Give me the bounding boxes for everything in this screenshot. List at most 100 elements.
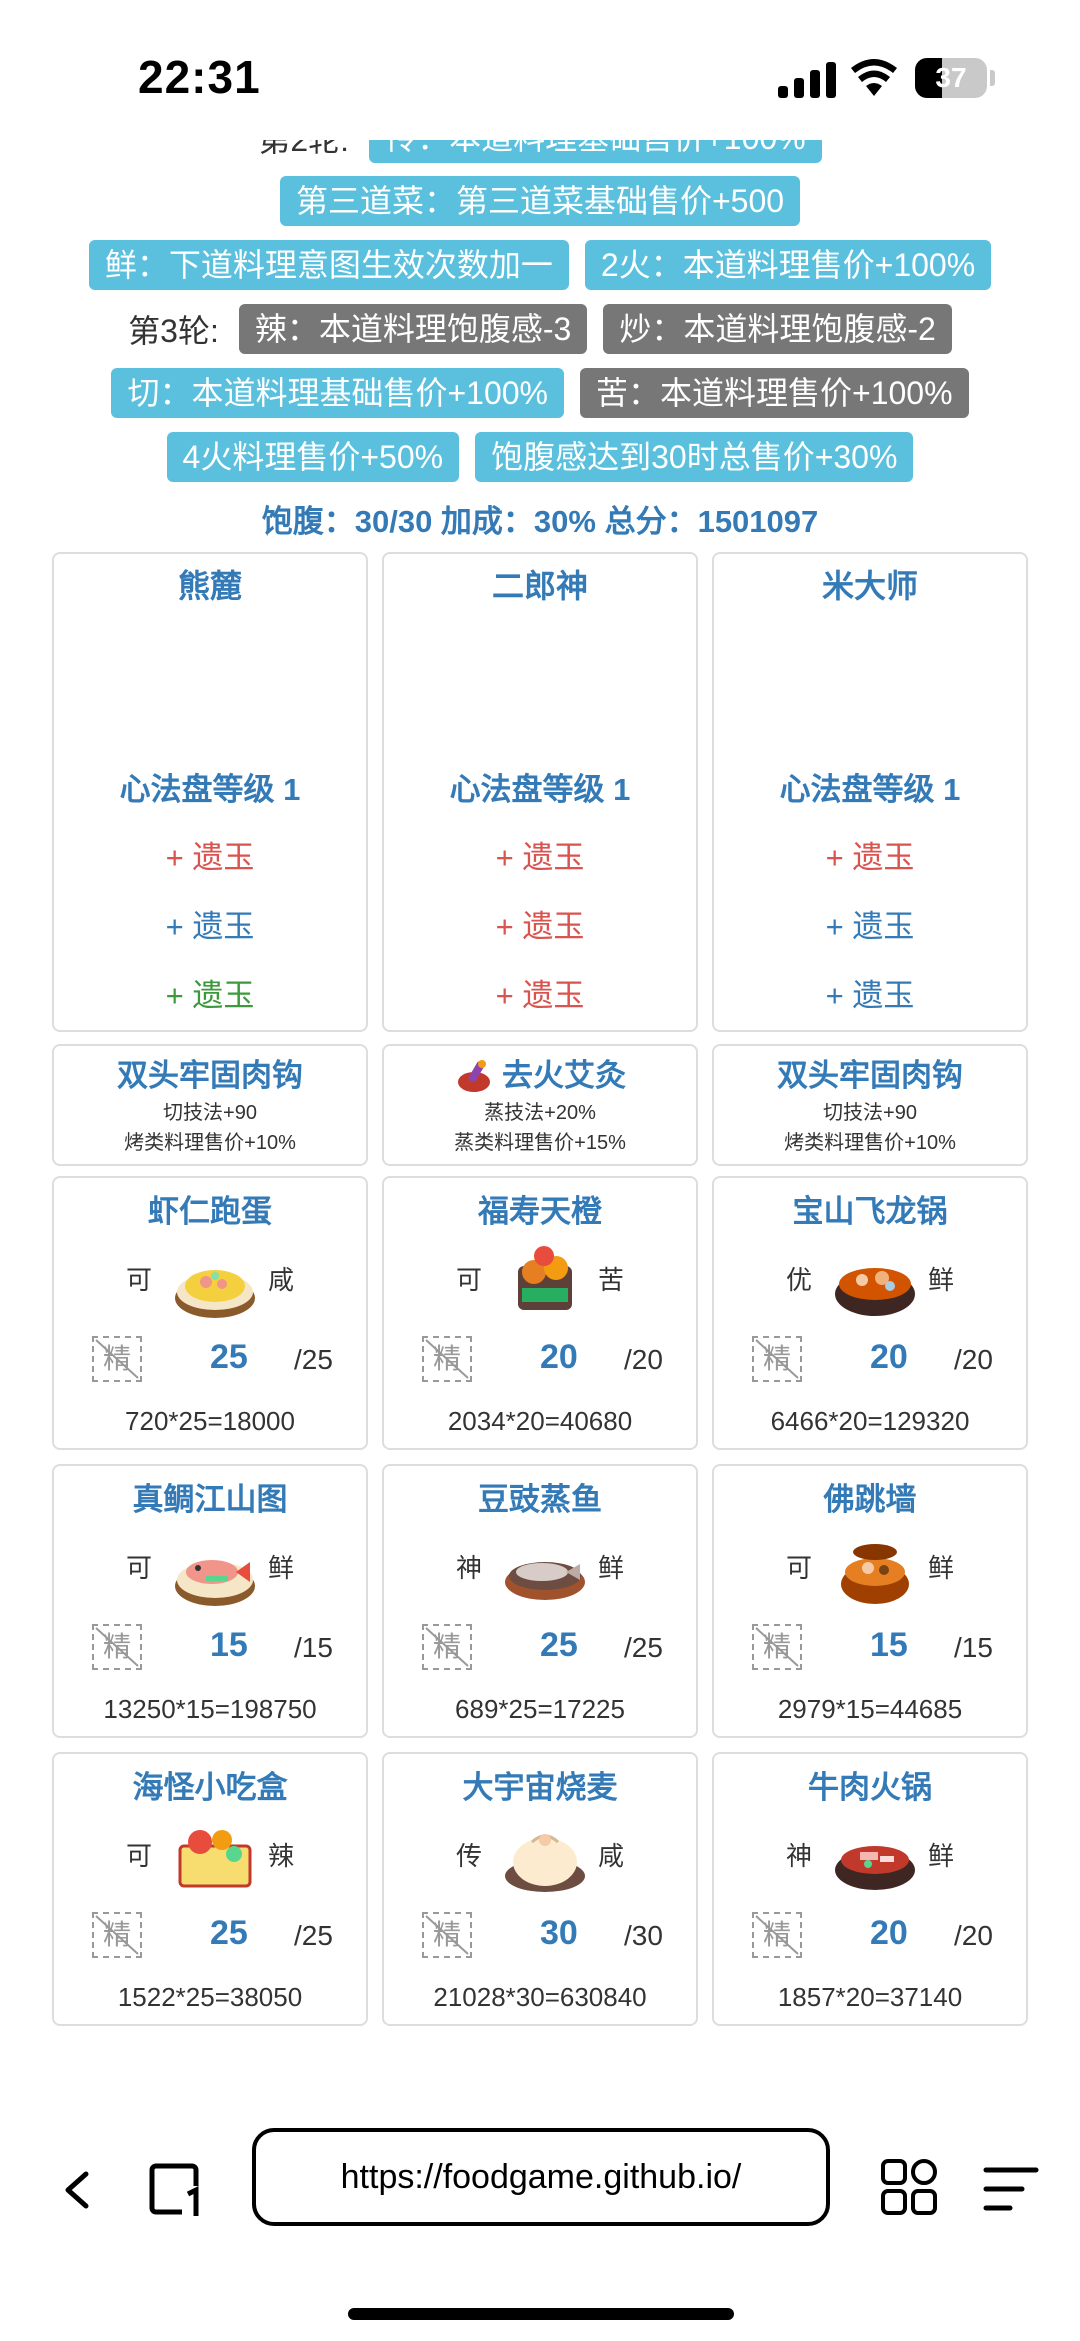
chef-card[interactable]: 熊麓 心法盘等级 1 + 遗玉 + 遗玉 + 遗玉 xyxy=(52,552,368,1032)
dish-quantity[interactable]: 20 xyxy=(540,1338,578,1377)
rule-row: 鲜：下道料理意图生效次数加一 2火：本道料理售价+100% xyxy=(0,236,1080,294)
dish-max-quantity: /20 xyxy=(954,1344,993,1375)
dish-image xyxy=(835,1268,915,1316)
status-time: 22:31 xyxy=(138,51,261,103)
rule-chip: 苦：本道料理售价+100% xyxy=(580,368,969,418)
equipment-card[interactable]: 双头牢固肉钩 切技法+90 烤类料理售价+10% xyxy=(52,1044,368,1166)
dish-max-quantity: /20 xyxy=(624,1344,663,1375)
dish-card[interactable]: 宝山飞龙锅优鲜精20/206466*20=129320 xyxy=(712,1176,1028,1450)
dish-card[interactable]: 海怪小吃盒可辣精25/251522*25=38050 xyxy=(52,1752,368,2026)
add-jade-button[interactable]: + 遗玉 xyxy=(54,835,366,881)
dish-rank: 神 xyxy=(786,1841,813,1871)
dish-rank: 优 xyxy=(786,1265,813,1295)
chef-level[interactable]: 心法盘等级 1 xyxy=(714,768,1026,812)
chef-name: 二郎神 xyxy=(491,568,588,604)
dish-grid: 虾仁跑蛋可咸精25/25720*25=18000福寿天橙可苦精20/202034… xyxy=(0,1176,1080,2040)
dish-card[interactable]: 牛肉火锅神鲜精20/201857*20=37140 xyxy=(712,1752,1028,2026)
dish-rank: 可 xyxy=(456,1265,483,1295)
disabled-slash-icon xyxy=(425,1627,469,1667)
chef-card[interactable]: 二郎神心法盘等级 1 + 遗玉 + 遗玉 + 遗玉 xyxy=(382,552,698,1032)
score-summary: 饱腹：30/30 加成：30% 总分：1501097 xyxy=(261,504,819,539)
tabs-icon[interactable] xyxy=(148,2160,208,2220)
equipment-card[interactable]: 双头牢固肉钩 切技法+90 烤类料理售价+10% xyxy=(712,1044,1028,1166)
rules-section: 第2轮: 传：本道料理基础售价+100% 第三道菜：第三道菜基础售价+500 鲜：下道… xyxy=(0,140,1080,486)
dish-flavor: 鲜 xyxy=(928,1265,955,1295)
add-jade-button[interactable]: + 遗玉 xyxy=(384,835,696,881)
dish-quantity[interactable]: 15 xyxy=(210,1626,248,1665)
equipment-effect: 烤类料理售价+10% xyxy=(784,1132,956,1154)
rule-row: 第2轮: 传：本道料理基础售价+100% xyxy=(0,140,1080,170)
equipment-effect: 烤类料理售价+10% xyxy=(124,1132,296,1154)
add-jade-button[interactable]: + 遗玉 xyxy=(384,904,696,950)
browser-toolbar: https://foodgame.github.io/ xyxy=(0,2070,1080,2260)
signal-icon xyxy=(778,62,836,98)
equipment-card[interactable]: 去火艾灸 蒸技法+20% 蒸类料理售价+15% xyxy=(382,1044,698,1166)
disabled-slash-icon xyxy=(755,1915,799,1955)
rule-chip: 切：本道料理基础售价+100% xyxy=(111,368,564,418)
dish-image xyxy=(178,1830,252,1888)
rule-chip: 2火：本道料理售价+100% xyxy=(584,240,992,290)
dish-price-formula: 689*25=17225 xyxy=(455,1694,625,1724)
tool-grid: 双头牢固肉钩 切技法+90 烤类料理售价+10% 去火艾灸 蒸技法+20% 蒸类料理售价+… xyxy=(0,1044,1080,1176)
dish-card[interactable]: 福寿天橙可苦精20/202034*20=40680 xyxy=(382,1176,698,1450)
page-content: 第2轮: 传：本道料理基础售价+100% 第三道菜：第三道菜基础售价+500 鲜：下道… xyxy=(0,140,1080,2040)
add-jade-button[interactable]: + 遗玉 xyxy=(714,835,1026,881)
add-jade-button[interactable]: + 遗玉 xyxy=(714,973,1026,1019)
dish-quantity[interactable]: 25 xyxy=(540,1626,578,1665)
apps-grid-icon[interactable] xyxy=(880,2158,938,2216)
chef-card[interactable]: 米大师 心法盘等级 1 + 遗玉 + 遗玉 + 遗玉 xyxy=(712,552,1028,1032)
dish-card[interactable]: 真鲷江山图可鲜精15/1513250*15=198750 xyxy=(52,1464,368,1738)
dish-quantity[interactable]: 25 xyxy=(210,1338,248,1377)
dish-name: 大宇宙烧麦 xyxy=(462,1770,618,1805)
dish-flavor: 鲜 xyxy=(928,1553,955,1583)
battery-icon: 37 xyxy=(915,58,987,98)
battery-level: 37 xyxy=(935,62,967,93)
rule-row: 切：本道料理基础售价+100% 苦：本道料理售价+100% xyxy=(0,364,1080,422)
dish-card[interactable]: 佛跳墙可鲜精15/152979*15=44685 xyxy=(712,1464,1028,1738)
dish-card[interactable]: 虾仁跑蛋可咸精25/25720*25=18000 xyxy=(52,1176,368,1450)
dish-name: 佛跳墙 xyxy=(823,1482,917,1517)
home-indicator[interactable] xyxy=(348,2308,734,2320)
dish-quantity[interactable]: 30 xyxy=(540,1914,578,1953)
equipment-effect: 蒸技法+20% xyxy=(484,1102,596,1124)
dish-rank: 神 xyxy=(456,1553,483,1583)
disabled-slash-icon xyxy=(755,1627,799,1667)
equipment-name: 双头牢固肉钩 xyxy=(777,1058,963,1093)
dish-max-quantity: /15 xyxy=(954,1632,993,1663)
add-jade-button[interactable]: + 遗玉 xyxy=(54,904,366,950)
disabled-slash-icon xyxy=(425,1915,469,1955)
dish-name: 虾仁跑蛋 xyxy=(148,1194,272,1229)
rule-chip: 传：本道料理基础售价+100% xyxy=(369,140,822,163)
dish-image xyxy=(505,1834,585,1892)
dish-quantity[interactable]: 20 xyxy=(870,1338,908,1377)
dish-image xyxy=(175,1560,255,1606)
back-icon[interactable] xyxy=(58,2160,94,2220)
dish-flavor: 咸 xyxy=(268,1265,295,1295)
dish-quantity[interactable]: 15 xyxy=(870,1626,908,1665)
add-jade-button[interactable]: + 遗玉 xyxy=(714,904,1026,950)
chef-level[interactable]: 心法盘等级 1 xyxy=(384,768,696,812)
dish-max-quantity: /25 xyxy=(624,1632,663,1663)
equipment-name-row: 去火艾灸 xyxy=(384,1054,696,1098)
moxibustion-icon xyxy=(458,1060,490,1092)
url-bar[interactable]: https://foodgame.github.io/ xyxy=(252,2128,830,2226)
dish-rank: 传 xyxy=(456,1841,483,1871)
add-jade-button[interactable]: + 遗玉 xyxy=(54,973,366,1019)
chef-level[interactable]: 心法盘等级 1 xyxy=(54,768,366,812)
dish-card[interactable]: 大宇宙烧麦传咸精30/3021028*30=630840 xyxy=(382,1752,698,2026)
rule-chip: 4火料理售价+50% xyxy=(166,432,460,482)
add-jade-button[interactable]: + 遗玉 xyxy=(384,973,696,1019)
dish-image xyxy=(175,1270,255,1318)
dish-quantity[interactable]: 20 xyxy=(870,1914,908,1953)
dish-flavor: 鲜 xyxy=(268,1553,295,1583)
dish-rank: 可 xyxy=(126,1841,153,1871)
dish-image xyxy=(835,1846,915,1890)
dish-card[interactable]: 豆豉蒸鱼神鲜精25/25689*25=17225 xyxy=(382,1464,698,1738)
round-label: 第3轮: xyxy=(128,313,219,349)
equipment-name: 去火艾灸 xyxy=(502,1058,626,1093)
chef-grid: 熊麓 心法盘等级 1 + 遗玉 + 遗玉 + 遗玉 二郎神 心法盘等级 1 + 遗玉 + 遗玉 +… xyxy=(0,552,1080,1044)
menu-icon[interactable] xyxy=(982,2162,1040,2216)
dish-name: 牛肉火锅 xyxy=(808,1770,932,1805)
dish-quantity[interactable]: 25 xyxy=(210,1914,248,1953)
rule-row: 4火料理售价+50% 饱腹感达到30时总售价+30% xyxy=(0,428,1080,486)
